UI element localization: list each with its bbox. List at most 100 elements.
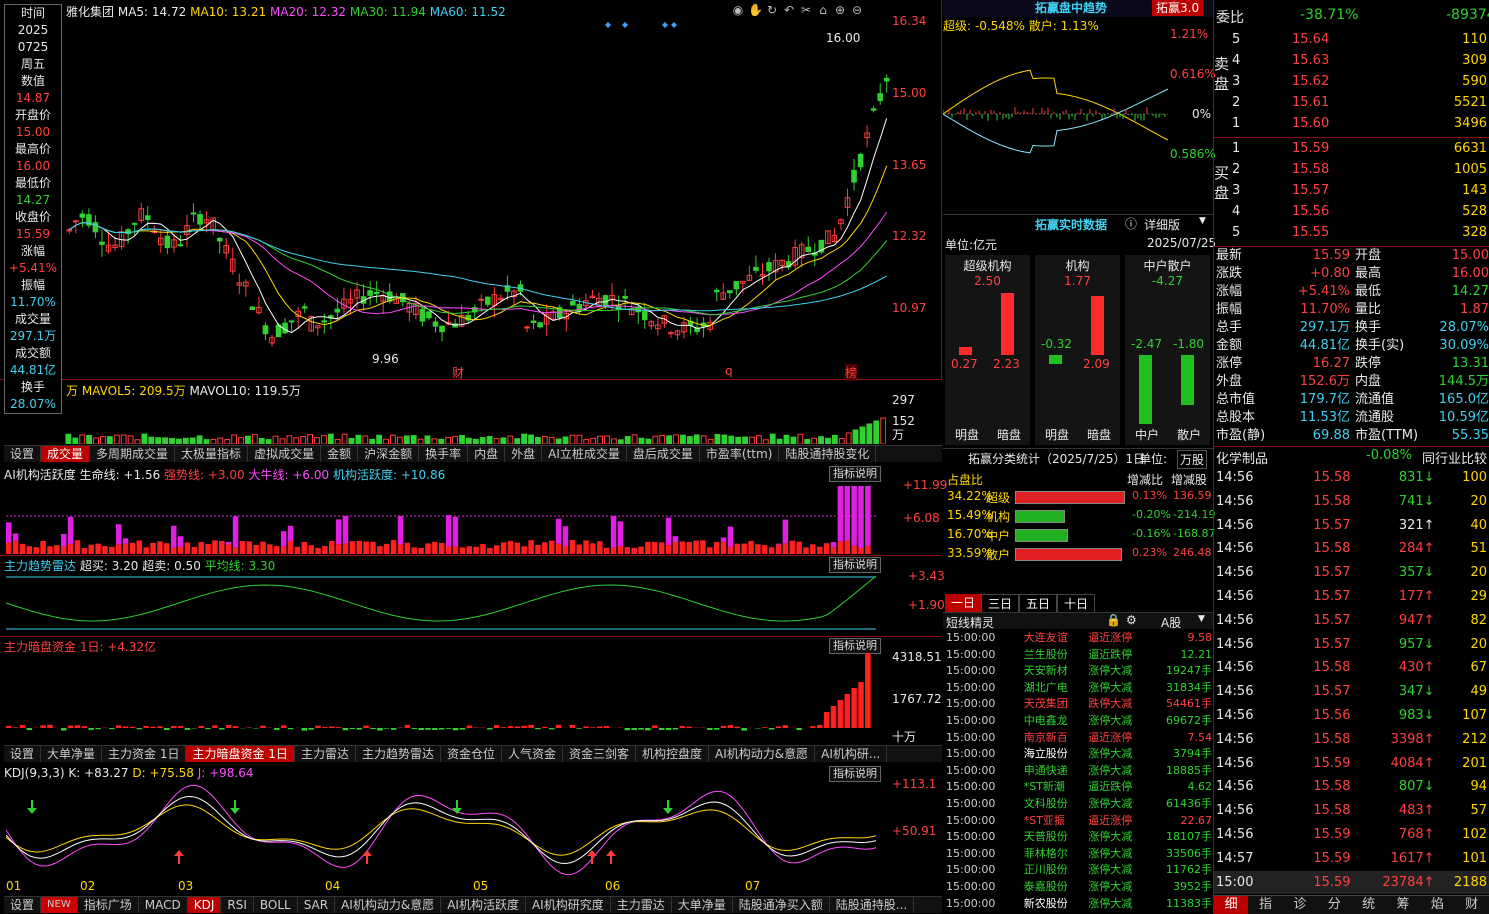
order-row[interactable]: 5 15.64 110 xyxy=(1230,29,1489,50)
news-row[interactable]: 15:00:00 兰生股份 逼近跌停 12.21 xyxy=(945,647,1213,664)
event-mark[interactable]: q xyxy=(725,364,733,378)
indicator-tab[interactable]: 资金仓位 xyxy=(441,746,502,762)
dark-pool-funds-chart[interactable] xyxy=(6,652,886,742)
indicator-tab[interactable]: RSI xyxy=(221,897,254,913)
undo-icon[interactable]: ↶ xyxy=(782,3,796,17)
order-row[interactable]: 5 15.55 328 xyxy=(1230,222,1489,243)
news-row[interactable]: 15:00:00 泰嘉股份 涨停大减 3952手 xyxy=(945,879,1213,896)
intraday-trend-chart[interactable] xyxy=(943,34,1168,196)
news-row[interactable]: 15:00:00 *ST新潮 逼近跌停 4.62 xyxy=(945,779,1213,796)
news-row[interactable]: 15:00:00 大连友谊 逼近涨停 9.58 xyxy=(945,630,1213,647)
indicator-tab[interactable]: AI机构活跃度 xyxy=(441,897,526,913)
trend-badge[interactable]: 拓赢3.0 xyxy=(1152,0,1204,16)
indicator-tab[interactable]: 人气资金 xyxy=(502,746,563,762)
stock-name[interactable]: 雅化集团 xyxy=(66,5,114,19)
order-row[interactable]: 4 15.63 309 xyxy=(1230,50,1489,71)
p2-help-button[interactable]: 指标说明 xyxy=(829,557,881,573)
indicator-tab[interactable]: 金额 xyxy=(321,446,359,462)
indicator-tab[interactable]: 沪深金额 xyxy=(358,446,420,462)
indicator-tab[interactable]: 内盘 xyxy=(468,446,506,462)
chevron-down-icon[interactable]: ▼ xyxy=(1199,216,1206,226)
news-row[interactable]: 15:00:00 文科股份 涨停大减 61436手 xyxy=(945,796,1213,813)
indicator-tab[interactable]: AI立桩成交量 xyxy=(542,446,627,462)
order-row[interactable]: 1 15.60 3496 xyxy=(1230,113,1489,134)
indicator-tab[interactable]: KDJ xyxy=(187,897,222,913)
event-mark[interactable]: 财 xyxy=(452,364,464,381)
indicator-tab[interactable]: NEW xyxy=(41,897,78,913)
news-row[interactable]: 15:00:00 菲林格尔 涨停大减 33506手 xyxy=(945,846,1213,863)
indicator-tab[interactable]: 主力趋势雷达 xyxy=(356,746,441,762)
indicator-tab[interactable]: 成交量 xyxy=(41,446,91,462)
indicator-tab[interactable]: 陆股通持股... xyxy=(830,897,915,913)
news-row[interactable]: 15:00:00 中电鑫龙 涨停大减 69672手 xyxy=(945,713,1213,730)
trend-radar-chart[interactable] xyxy=(6,573,886,635)
info-icon[interactable]: ⓘ xyxy=(1125,215,1137,232)
detail-dropdown[interactable]: 详细版 xyxy=(1144,216,1180,233)
period-tab[interactable]: 一日 xyxy=(945,594,982,613)
refresh-icon[interactable]: ↻ xyxy=(765,3,779,17)
news-row[interactable]: 15:00:00 *ST亚振 逼近涨停 22.67 xyxy=(945,813,1213,830)
indicator-tab[interactable]: AI机构动力&意愿 xyxy=(709,746,816,762)
kdj-chart[interactable] xyxy=(6,782,886,878)
indicator-tab[interactable]: SAR xyxy=(298,897,336,913)
kdj-help-button[interactable]: 指标说明 xyxy=(829,766,881,782)
detail-tab[interactable]: 筹 xyxy=(1386,896,1420,914)
p1-help-button[interactable]: 指标说明 xyxy=(829,466,881,482)
market-select[interactable]: A股 xyxy=(1161,614,1181,631)
news-row[interactable]: 15:00:00 天普股份 涨停大减 18107手 xyxy=(945,829,1213,846)
order-row[interactable]: 1 15.59 6631 xyxy=(1230,138,1489,159)
indicator-tab[interactable]: 大单净量 xyxy=(41,746,103,762)
period-tab[interactable]: 三日 xyxy=(981,594,1020,613)
gear-icon[interactable]: ⚙ xyxy=(1126,613,1137,627)
scissors-icon[interactable]: ✂ xyxy=(799,3,813,17)
zoom-in-icon[interactable]: ⊕ xyxy=(833,3,847,17)
order-row[interactable]: 2 15.61 5521 xyxy=(1230,92,1489,113)
detail-tab[interactable]: 分 xyxy=(1317,896,1351,914)
period-tab[interactable]: 五日 xyxy=(1019,594,1058,613)
news-row[interactable]: 15:00:00 正川股份 涨停大减 11762手 xyxy=(945,862,1213,879)
ai-activity-chart[interactable] xyxy=(6,482,886,554)
candlestick-chart[interactable] xyxy=(66,20,890,380)
indicator-tab[interactable]: AI机构研究度 xyxy=(526,897,611,913)
zoom-out-icon[interactable]: ⊖ xyxy=(850,3,864,17)
indicator-tab[interactable]: 大单净量 xyxy=(672,897,733,913)
indicator-tab[interactable]: 主力雷达 xyxy=(295,746,356,762)
indicator-tab[interactable]: 多周期成交量 xyxy=(90,446,176,462)
news-row[interactable]: 15:00:00 天安新材 涨停大减 19247手 xyxy=(945,663,1213,680)
indicator-tab[interactable]: 设置 xyxy=(4,897,42,913)
indicator-tab[interactable]: 主力资金 1日 xyxy=(102,746,187,762)
indicator-tab[interactable]: 指标广场 xyxy=(78,897,139,913)
order-row[interactable]: 3 15.57 143 xyxy=(1230,180,1489,201)
detail-tab[interactable]: 细 xyxy=(1214,896,1249,914)
indicator-tab[interactable]: AI机构动力&意愿 xyxy=(335,897,442,913)
indicator-tab[interactable]: 太极量指标 xyxy=(175,446,249,462)
chevron-down-icon[interactable]: ▼ xyxy=(1198,614,1205,624)
indicator-tab[interactable]: 主力暗盘资金 1日 xyxy=(186,746,295,762)
indicator-tab[interactable]: 陆股通净买入额 xyxy=(733,897,830,913)
news-row[interactable]: 15:00:00 天茂集团 跌停大减 54461手 xyxy=(945,696,1213,713)
lock-icon[interactable]: ⌂ xyxy=(816,3,830,17)
indicator-tab[interactable]: MACD xyxy=(139,897,188,913)
indicator-tab[interactable]: 盘后成交量 xyxy=(627,446,700,462)
eye-icon[interactable]: ◉ xyxy=(731,3,745,17)
detail-tab[interactable]: 统 xyxy=(1352,896,1386,914)
hand-icon[interactable]: ✋ xyxy=(748,3,763,17)
detail-tab[interactable]: 焰 xyxy=(1420,896,1454,914)
order-row[interactable]: 4 15.56 528 xyxy=(1230,201,1489,222)
indicator-tab[interactable]: 机构控盘度 xyxy=(636,746,710,762)
indicator-tab[interactable]: AI机构研... xyxy=(815,746,888,762)
detail-tab[interactable]: 财 xyxy=(1455,896,1489,914)
indicator-tab[interactable]: 外盘 xyxy=(505,446,543,462)
indicator-tab[interactable]: 市盈率(ttm) xyxy=(700,446,780,462)
event-mark[interactable]: 榜 xyxy=(845,364,858,381)
volume-chart[interactable] xyxy=(6,398,886,444)
detail-tab[interactable]: 指 xyxy=(1248,896,1282,914)
industry-compare-link[interactable]: 同行业比较 xyxy=(1422,448,1487,467)
indicator-tab[interactable]: 主力雷达 xyxy=(611,897,672,913)
indicator-tab[interactable]: 陆股通持股变化 xyxy=(779,446,877,462)
order-row[interactable]: 2 15.58 1005 xyxy=(1230,159,1489,180)
lock-icon[interactable]: 🔒 xyxy=(1106,613,1121,627)
news-row[interactable]: 15:00:00 湖北广电 涨停大减 31834手 xyxy=(945,680,1213,697)
industry-name[interactable]: 化学制品 xyxy=(1216,448,1268,467)
period-tab[interactable]: 十日 xyxy=(1057,594,1096,613)
